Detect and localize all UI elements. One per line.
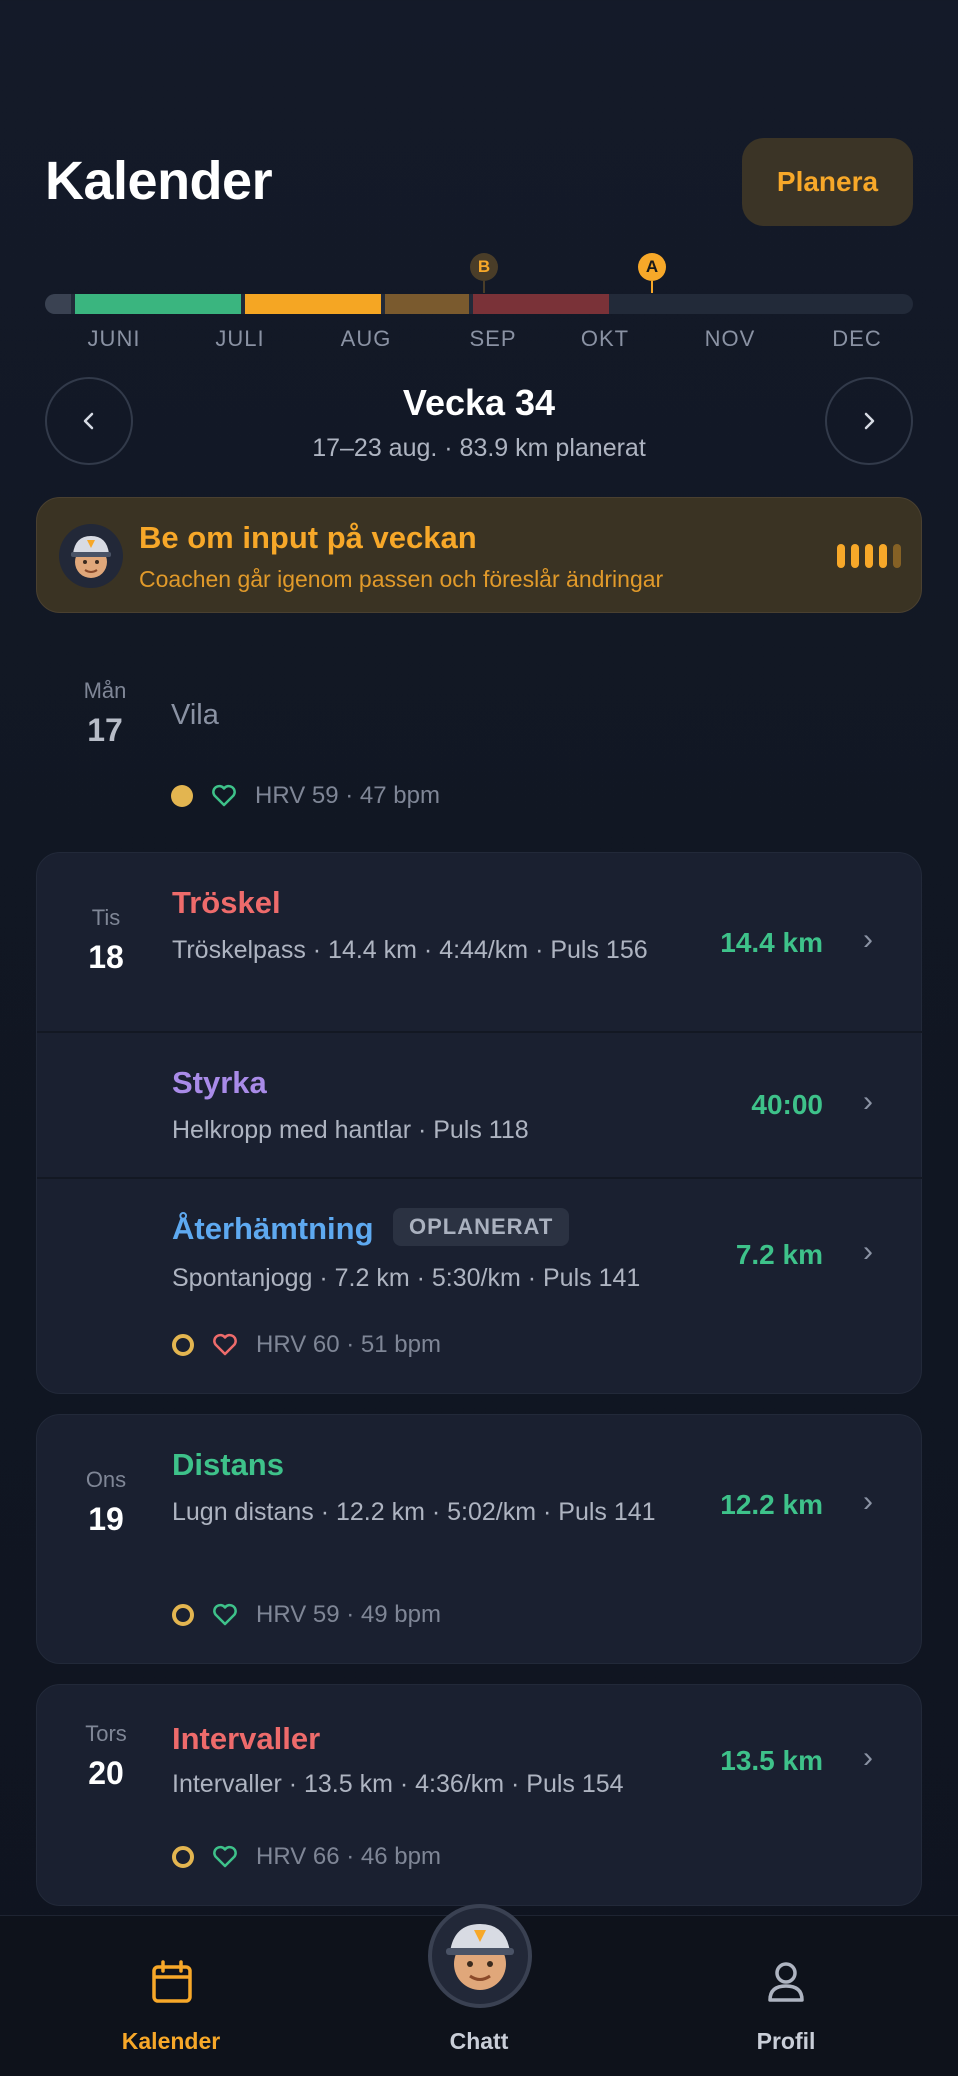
- month-label: DEC: [832, 326, 882, 351]
- audio-wave-icon: [837, 544, 907, 570]
- heart-icon: [212, 784, 236, 807]
- workout-description: Spontanjogg · 7.2 km · 5:30/km · Puls 14…: [172, 1264, 641, 1292]
- day-label-mon: Mån 17: [55, 678, 155, 749]
- workout-distance: 14.4 km: [720, 927, 823, 958]
- day-number: 17: [87, 712, 123, 748]
- workout-row-threshold[interactable]: Tröskel Tröskelpass · 14.4 km · 4:44/km …: [37, 853, 923, 1031]
- month-label: SEP: [469, 326, 517, 351]
- hrv-text: HRV 60 · 51 bpm: [256, 1331, 441, 1358]
- workout-title: Tröskel: [172, 885, 281, 920]
- coach-input-card[interactable]: Be om input på veckan Coachen går igenom…: [36, 497, 922, 613]
- workout-description: Helkropp med hantlar · Puls 118: [172, 1116, 529, 1144]
- day-of-week: Tors: [85, 1721, 127, 1746]
- coach-avatar: [446, 1924, 514, 1990]
- coach-card-title: Be om input på veckan: [139, 520, 477, 555]
- person-icon: [768, 1962, 804, 2002]
- month-label: OKT: [580, 326, 630, 351]
- readiness-dot-icon: [171, 785, 193, 807]
- tab-label: Kalender: [121, 2028, 221, 2054]
- page-title: Kalender: [45, 151, 273, 211]
- rest-label: Vila: [171, 699, 219, 731]
- workout-title: Intervaller: [172, 1721, 321, 1756]
- recovery-stats: HRV 60 · 51 bpm: [172, 1331, 441, 1359]
- day-card-thu[interactable]: Tors 20 Intervaller Intervaller · 13.5 k…: [36, 1684, 922, 1906]
- timeline-segment-yellow: [245, 294, 381, 314]
- month-label: JUNI: [87, 326, 141, 351]
- workout-distance: 13.5 km: [720, 1745, 823, 1776]
- calendar-icon: [152, 1960, 192, 2003]
- workout-row-strength[interactable]: Styrka Helkropp med hantlar · Puls 118 4…: [37, 1033, 923, 1177]
- chat-coach-avatar[interactable]: [428, 1904, 532, 2008]
- chevron-right-icon: ›: [863, 1085, 873, 1118]
- day-label-wed: Ons 19: [56, 1467, 156, 1538]
- day-of-week: Ons: [85, 1467, 127, 1492]
- day-label-thu: Tors 20: [56, 1721, 156, 1792]
- workout-description: Lugn distans · 12.2 km · 5:02/km · Puls …: [172, 1498, 656, 1526]
- month-label: JULI: [215, 326, 265, 351]
- race-marker-a-stem: [651, 281, 653, 293]
- workout-distance: 12.2 km: [720, 1489, 823, 1520]
- workout-title: Distans: [172, 1447, 284, 1482]
- unplanned-badge: OPLANERAT: [393, 1208, 570, 1246]
- workout-duration: 40:00: [751, 1089, 823, 1120]
- hrv-text: HRV 59 · 49 bpm: [256, 1601, 441, 1628]
- timeline-segment-brown: [385, 294, 469, 314]
- race-marker-a[interactable]: A: [638, 253, 666, 281]
- recovery-stats: HRV 59 · 49 bpm: [172, 1601, 441, 1629]
- workout-row-recovery[interactable]: Återhämtning OPLANERAT Spontanjogg · 7.2…: [37, 1179, 923, 1395]
- recovery-stats: HRV 59 · 47 bpm: [171, 782, 440, 810]
- month-label: AUG: [340, 326, 392, 351]
- heart-icon: [213, 1845, 237, 1868]
- recovery-stats: HRV 66 · 46 bpm: [172, 1843, 441, 1871]
- chevron-right-icon: [864, 412, 875, 430]
- race-marker-b[interactable]: B: [470, 253, 498, 281]
- chevron-right-icon: ›: [863, 1741, 873, 1774]
- workout-title: Styrka: [172, 1065, 267, 1100]
- heart-icon: [213, 1333, 237, 1356]
- day-card-tue: Tis 18 Tröskel Tröskelpass · 14.4 km · 4…: [36, 852, 923, 1395]
- race-marker-b-stem: [483, 281, 485, 293]
- day-card-wed[interactable]: Ons 19 Distans Lugn distans · 12.2 km · …: [36, 1414, 922, 1664]
- coach-avatar: [59, 524, 123, 588]
- tab-profile[interactable]: Profil: [686, 1916, 886, 2076]
- chevron-right-icon: ›: [863, 1235, 873, 1268]
- coach-card-subtitle: Coachen går igenom passen och föreslår ä…: [139, 566, 664, 592]
- header: Kalender: [45, 150, 273, 212]
- readiness-ring-icon: [172, 1604, 194, 1626]
- day-number: 20: [88, 1755, 124, 1791]
- workout-description: Tröskelpass · 14.4 km · 4:44/km · Puls 1…: [172, 936, 648, 964]
- timeline-segment-green: [75, 294, 241, 314]
- day-number: 19: [88, 1501, 124, 1537]
- month-label: NOV: [704, 326, 756, 351]
- next-week-button[interactable]: [825, 377, 913, 465]
- workout-distance: 7.2 km: [735, 1239, 823, 1270]
- chevron-right-icon: ›: [863, 923, 873, 956]
- tab-label: Profil: [756, 2028, 816, 2054]
- workout-title: Återhämtning: [172, 1211, 374, 1246]
- readiness-ring-icon: [172, 1334, 194, 1356]
- chevron-right-icon: ›: [863, 1485, 873, 1518]
- timeline-segment-start: [45, 294, 71, 314]
- hrv-text: HRV 59 · 47 bpm: [255, 782, 440, 809]
- tab-label: Chatt: [449, 2028, 509, 2054]
- hrv-text: HRV 66 · 46 bpm: [256, 1843, 441, 1870]
- workout-description: Intervaller · 13.5 km · 4:36/km · Puls 1…: [172, 1770, 624, 1798]
- week-title: Vecka 34: [402, 382, 556, 423]
- tab-calendar[interactable]: Kalender: [71, 1916, 271, 2076]
- week-subtitle: 17–23 aug. · 83.9 km planerat: [312, 434, 646, 462]
- timeline-segment-red: [473, 294, 609, 314]
- season-timeline[interactable]: [45, 294, 913, 314]
- heart-icon: [213, 1603, 237, 1626]
- plan-button[interactable]: Planera: [742, 138, 913, 226]
- readiness-ring-icon: [172, 1846, 194, 1868]
- timeline-months: JUNI JULI AUG SEP OKT NOV DEC: [45, 326, 913, 356]
- day-of-week: Mån: [83, 678, 127, 703]
